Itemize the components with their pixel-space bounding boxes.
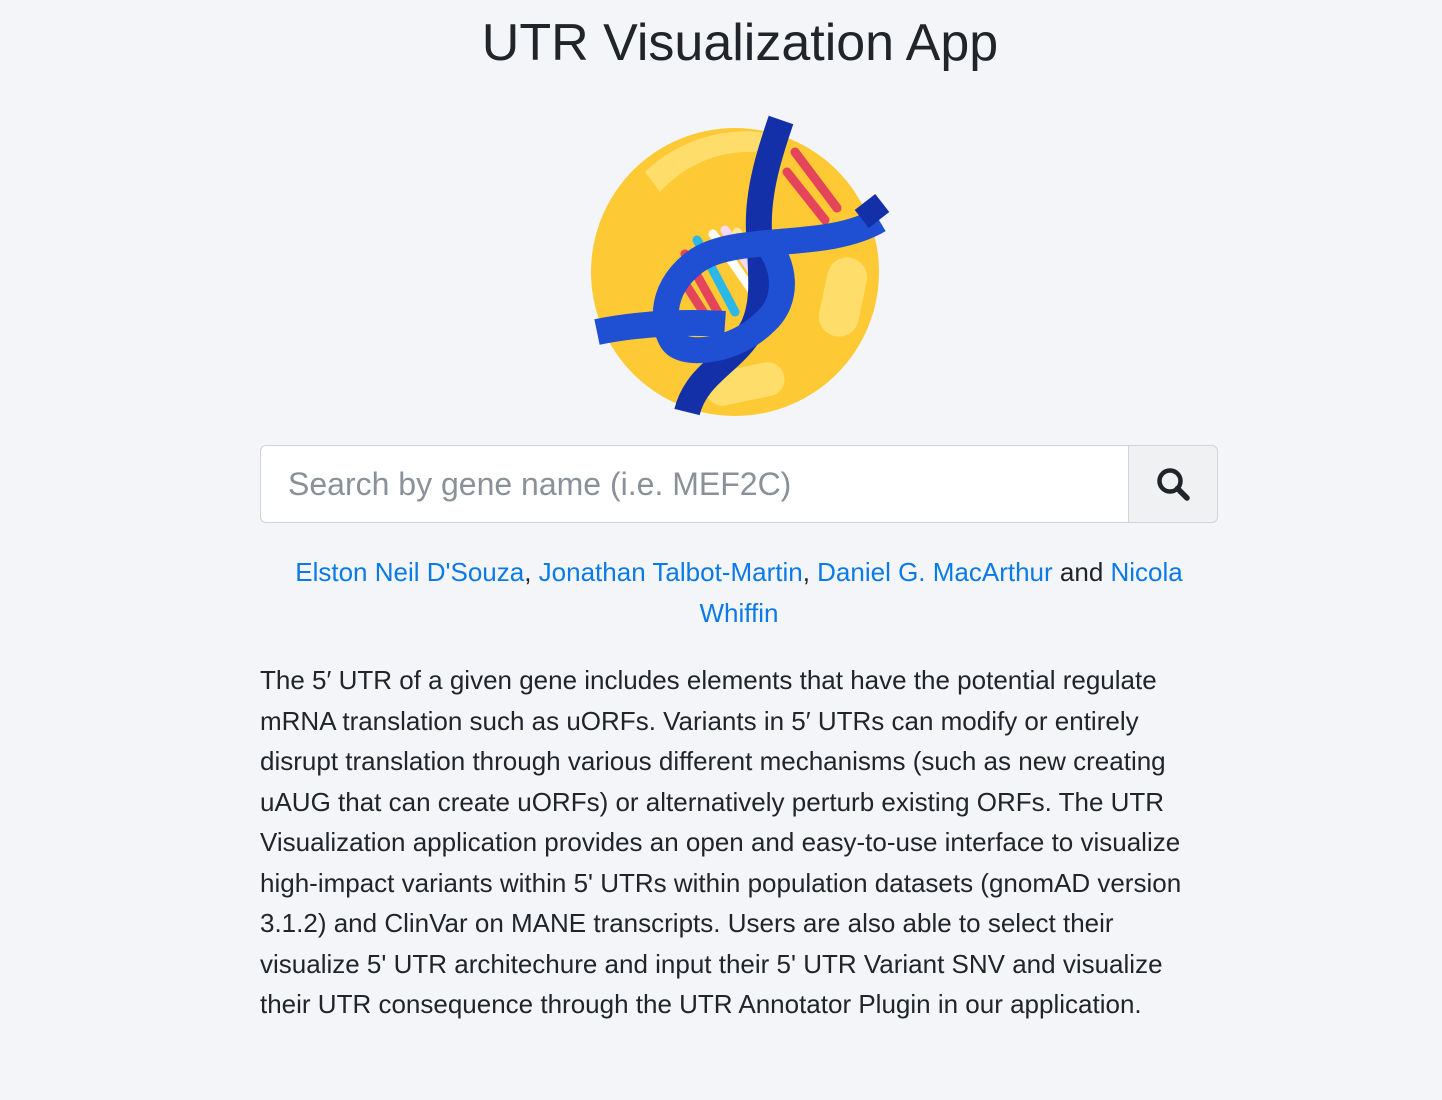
page: UTR Visualization App Search by gene nam… — [0, 0, 1442, 1100]
author-link-elston[interactable]: Elston Neil D'Souza — [295, 557, 524, 587]
search-icon — [1157, 468, 1190, 501]
author-separator: , — [802, 557, 818, 587]
search-input[interactable] — [260, 445, 1128, 523]
author-separator: , — [524, 557, 539, 587]
search-bar — [260, 445, 1218, 523]
search-button[interactable] — [1128, 445, 1218, 523]
page-title: UTR Visualization App — [481, 14, 999, 72]
authors-list: Elston Neil D'Souza, Jonathan Talbot-Mar… — [260, 552, 1218, 634]
app-description: The 5′ UTR of a given gene includes elem… — [260, 665, 1182, 1019]
dna-icon — [591, 115, 890, 416]
dna-logo — [585, 112, 895, 422]
author-link-jonathan[interactable]: Jonathan Talbot-Martin — [539, 557, 803, 587]
author-link-daniel[interactable]: Daniel G. MacArthur — [817, 557, 1053, 587]
author-conjunction: and — [1052, 557, 1111, 587]
